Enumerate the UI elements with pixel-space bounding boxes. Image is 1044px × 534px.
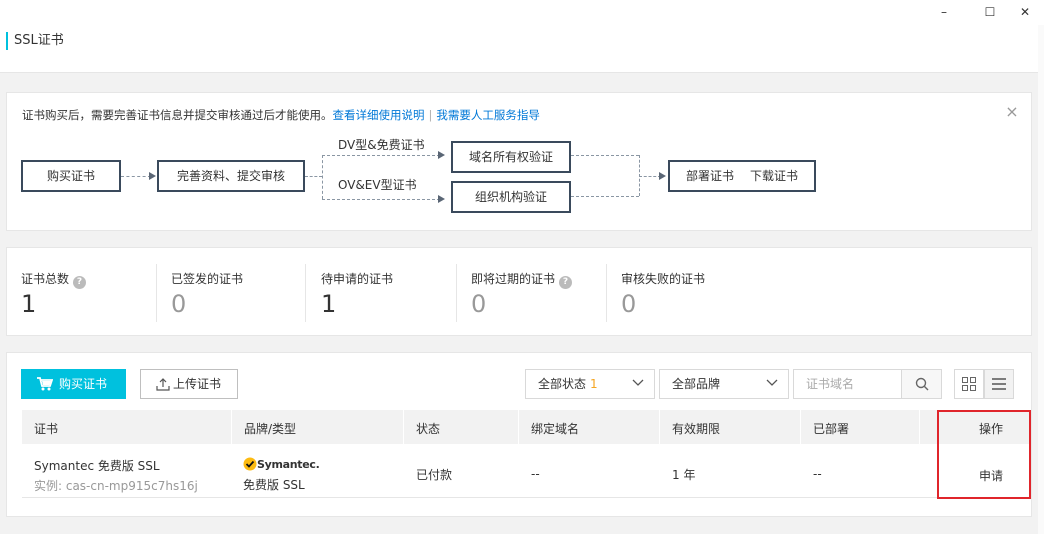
flow-connector xyxy=(322,155,440,156)
flow-connector xyxy=(571,196,639,197)
deploy-label: 部署证书 xyxy=(685,169,734,183)
chevron-down-icon xyxy=(766,379,778,386)
action-column-highlight xyxy=(937,410,1031,499)
column-header-validity: 有效期限 xyxy=(672,422,721,436)
help-icon[interactable]: ? xyxy=(73,276,87,289)
column-header-bound-domain: 绑定域名 xyxy=(531,422,580,436)
dv-label: DV型&免费证书 xyxy=(338,138,425,152)
stat-issued-value: 0 xyxy=(171,290,187,318)
stat-total-value: 1 xyxy=(21,290,37,318)
step-org-verify: 组织机构验证 xyxy=(451,181,571,213)
stat-issued-label: 已签发的证书 xyxy=(171,272,244,286)
column-divider xyxy=(659,410,660,444)
table-header xyxy=(22,410,1030,444)
download-label: 下载证书 xyxy=(750,169,799,183)
flow-connector xyxy=(322,199,440,200)
brand-select[interactable]: 全部品牌 xyxy=(659,369,789,399)
domain-search-input[interactable] xyxy=(806,370,910,398)
maximize-button[interactable]: ☐ xyxy=(975,3,1005,21)
validity-period: 1 年 xyxy=(672,468,696,482)
stat-failed-value: 0 xyxy=(621,290,637,318)
stat-divider xyxy=(156,264,157,322)
cert-name: Symantec 免费版 SSL xyxy=(34,459,160,473)
cert-instance-id: 实例: cas-cn-mp915c7hs16j xyxy=(34,479,198,493)
stat-pending-label: 待申请的证书 xyxy=(321,272,394,286)
cert-status: 已付款 xyxy=(416,468,453,482)
flow-connector xyxy=(121,176,151,177)
manual-service-link[interactable]: 我需要人工服务指导 xyxy=(436,108,540,122)
window-titlebar xyxy=(0,0,1044,25)
stat-divider xyxy=(456,264,457,322)
deployed-status: -- xyxy=(813,467,822,481)
column-divider xyxy=(919,410,920,444)
column-divider xyxy=(800,410,801,444)
list-icon xyxy=(992,378,1006,390)
step-deploy-download: 部署证书 下载证书 xyxy=(668,160,816,192)
flow-connector xyxy=(639,176,661,177)
column-header-deployed: 已部署 xyxy=(813,422,850,436)
step-domain-verify: 域名所有权验证 xyxy=(451,141,571,173)
stats-panel xyxy=(6,247,1032,336)
close-window-button[interactable]: ✕ xyxy=(1010,3,1040,21)
stat-divider xyxy=(606,264,607,322)
list-view-button[interactable] xyxy=(984,369,1014,399)
status-select-value: 全部状态 xyxy=(538,377,587,391)
arrow-right-icon xyxy=(659,172,666,180)
upload-certificate-button[interactable]: 上传证书 xyxy=(140,369,238,399)
stat-expiring-label: 即将过期的证书? xyxy=(471,270,573,289)
scrollbar[interactable] xyxy=(1038,25,1044,534)
stat-failed-label: 审核失败的证书 xyxy=(621,272,706,286)
search-icon xyxy=(915,377,929,391)
column-header-status: 状态 xyxy=(416,422,441,436)
link-separator: | xyxy=(428,108,433,122)
status-count-badge: 1 xyxy=(590,377,598,391)
buy-certificate-button[interactable]: 购买证书 xyxy=(21,369,126,399)
column-divider xyxy=(403,410,404,444)
upload-icon xyxy=(156,378,170,391)
brand-logo: Symantec. xyxy=(243,457,320,471)
flow-connector xyxy=(571,155,639,156)
upload-certificate-label: 上传证书 xyxy=(173,377,222,391)
arrow-right-icon xyxy=(438,195,445,203)
stat-expiring-value: 0 xyxy=(471,290,487,318)
bound-domain: -- xyxy=(531,467,540,481)
close-icon[interactable]: × xyxy=(1004,104,1020,120)
chevron-down-icon xyxy=(632,379,644,386)
row-divider xyxy=(22,497,1030,498)
grid-icon xyxy=(962,377,976,391)
cart-icon xyxy=(37,377,53,391)
step-buy-certificate: 购买证书 xyxy=(21,160,121,192)
brand-select-value: 全部品牌 xyxy=(672,377,721,391)
column-divider xyxy=(518,410,519,444)
minimize-button[interactable]: – xyxy=(929,3,959,21)
page-title: SSL证书 xyxy=(14,33,64,48)
arrow-right-icon xyxy=(438,151,445,159)
symantec-check-icon xyxy=(243,457,257,471)
stat-divider xyxy=(305,264,306,322)
search-button[interactable] xyxy=(901,370,941,398)
brand-type: 免费版 SSL xyxy=(243,478,305,492)
symantec-logo-text: Symantec. xyxy=(257,458,320,471)
column-header-certificate: 证书 xyxy=(34,422,59,436)
column-header-brand-type: 品牌/类型 xyxy=(244,422,297,436)
notice-message: 证书购买后，需要完善证书信息并提交审核通过后才能使用。 xyxy=(22,108,333,122)
usage-guide-link[interactable]: 查看详细使用说明 xyxy=(333,108,425,122)
stat-total-label: 证书总数? xyxy=(21,270,87,289)
title-accent-bar xyxy=(6,32,8,50)
arrow-right-icon xyxy=(149,172,156,180)
ov-ev-label: OV&EV型证书 xyxy=(338,178,417,192)
status-select[interactable]: 全部状态 1 xyxy=(525,369,655,399)
step-complete-submit: 完善资料、提交审核 xyxy=(157,160,305,192)
help-icon[interactable]: ? xyxy=(559,276,573,289)
buy-certificate-label: 购买证书 xyxy=(59,377,108,391)
flow-connector xyxy=(322,155,323,199)
stat-pending-value: 1 xyxy=(321,290,337,318)
notice-text: 证书购买后，需要完善证书信息并提交审核通过后才能使用。查看详细使用说明 | 我需要人… xyxy=(22,107,540,123)
flow-connector xyxy=(305,176,322,177)
page-header xyxy=(0,25,1038,73)
domain-search xyxy=(793,369,942,399)
column-divider xyxy=(231,410,232,444)
grid-view-button[interactable] xyxy=(954,369,984,399)
